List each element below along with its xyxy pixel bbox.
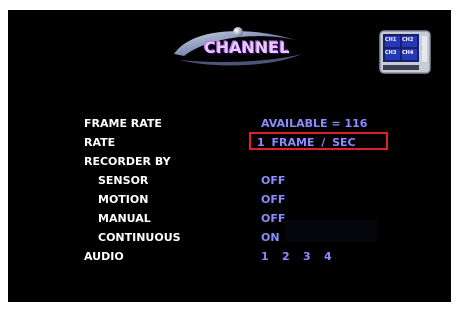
- monitor-ch4-label: CH4: [402, 50, 414, 56]
- manual-label: MANUAL: [98, 212, 151, 225]
- continuous-label: CONTINUOUS: [98, 231, 181, 244]
- motion-value[interactable]: OFF: [261, 193, 285, 206]
- motion-label: MOTION: [98, 193, 149, 206]
- audio-channel-2[interactable]: 2: [282, 250, 290, 263]
- sensor-label: SENSOR: [98, 174, 149, 187]
- audio-label: AUDIO: [84, 250, 124, 263]
- page-title: CHANNEL: [204, 38, 290, 57]
- audio-channel-4[interactable]: 4: [324, 250, 332, 263]
- monitor-ch2-label: CH2: [402, 37, 414, 43]
- sensor-value[interactable]: OFF: [261, 174, 285, 187]
- monitor-ch1-label: CH1: [385, 37, 397, 43]
- rate-value[interactable]: 1 FRAME / SEC: [257, 136, 356, 149]
- manual-value[interactable]: OFF: [261, 212, 285, 225]
- rate-label: RATE: [84, 136, 116, 149]
- frame-rate-label: FRAME RATE: [84, 117, 162, 130]
- continuous-value[interactable]: ON: [261, 231, 280, 244]
- audio-channel-1[interactable]: 1: [261, 250, 269, 263]
- continuous-option-area: [285, 220, 377, 242]
- monitor-ch3-label: CH3: [385, 50, 397, 56]
- recorder-by-label: RECORDER BY: [84, 155, 171, 168]
- audio-channel-3[interactable]: 3: [303, 250, 311, 263]
- frame-rate-available-value: AVAILABLE = 116: [261, 117, 368, 130]
